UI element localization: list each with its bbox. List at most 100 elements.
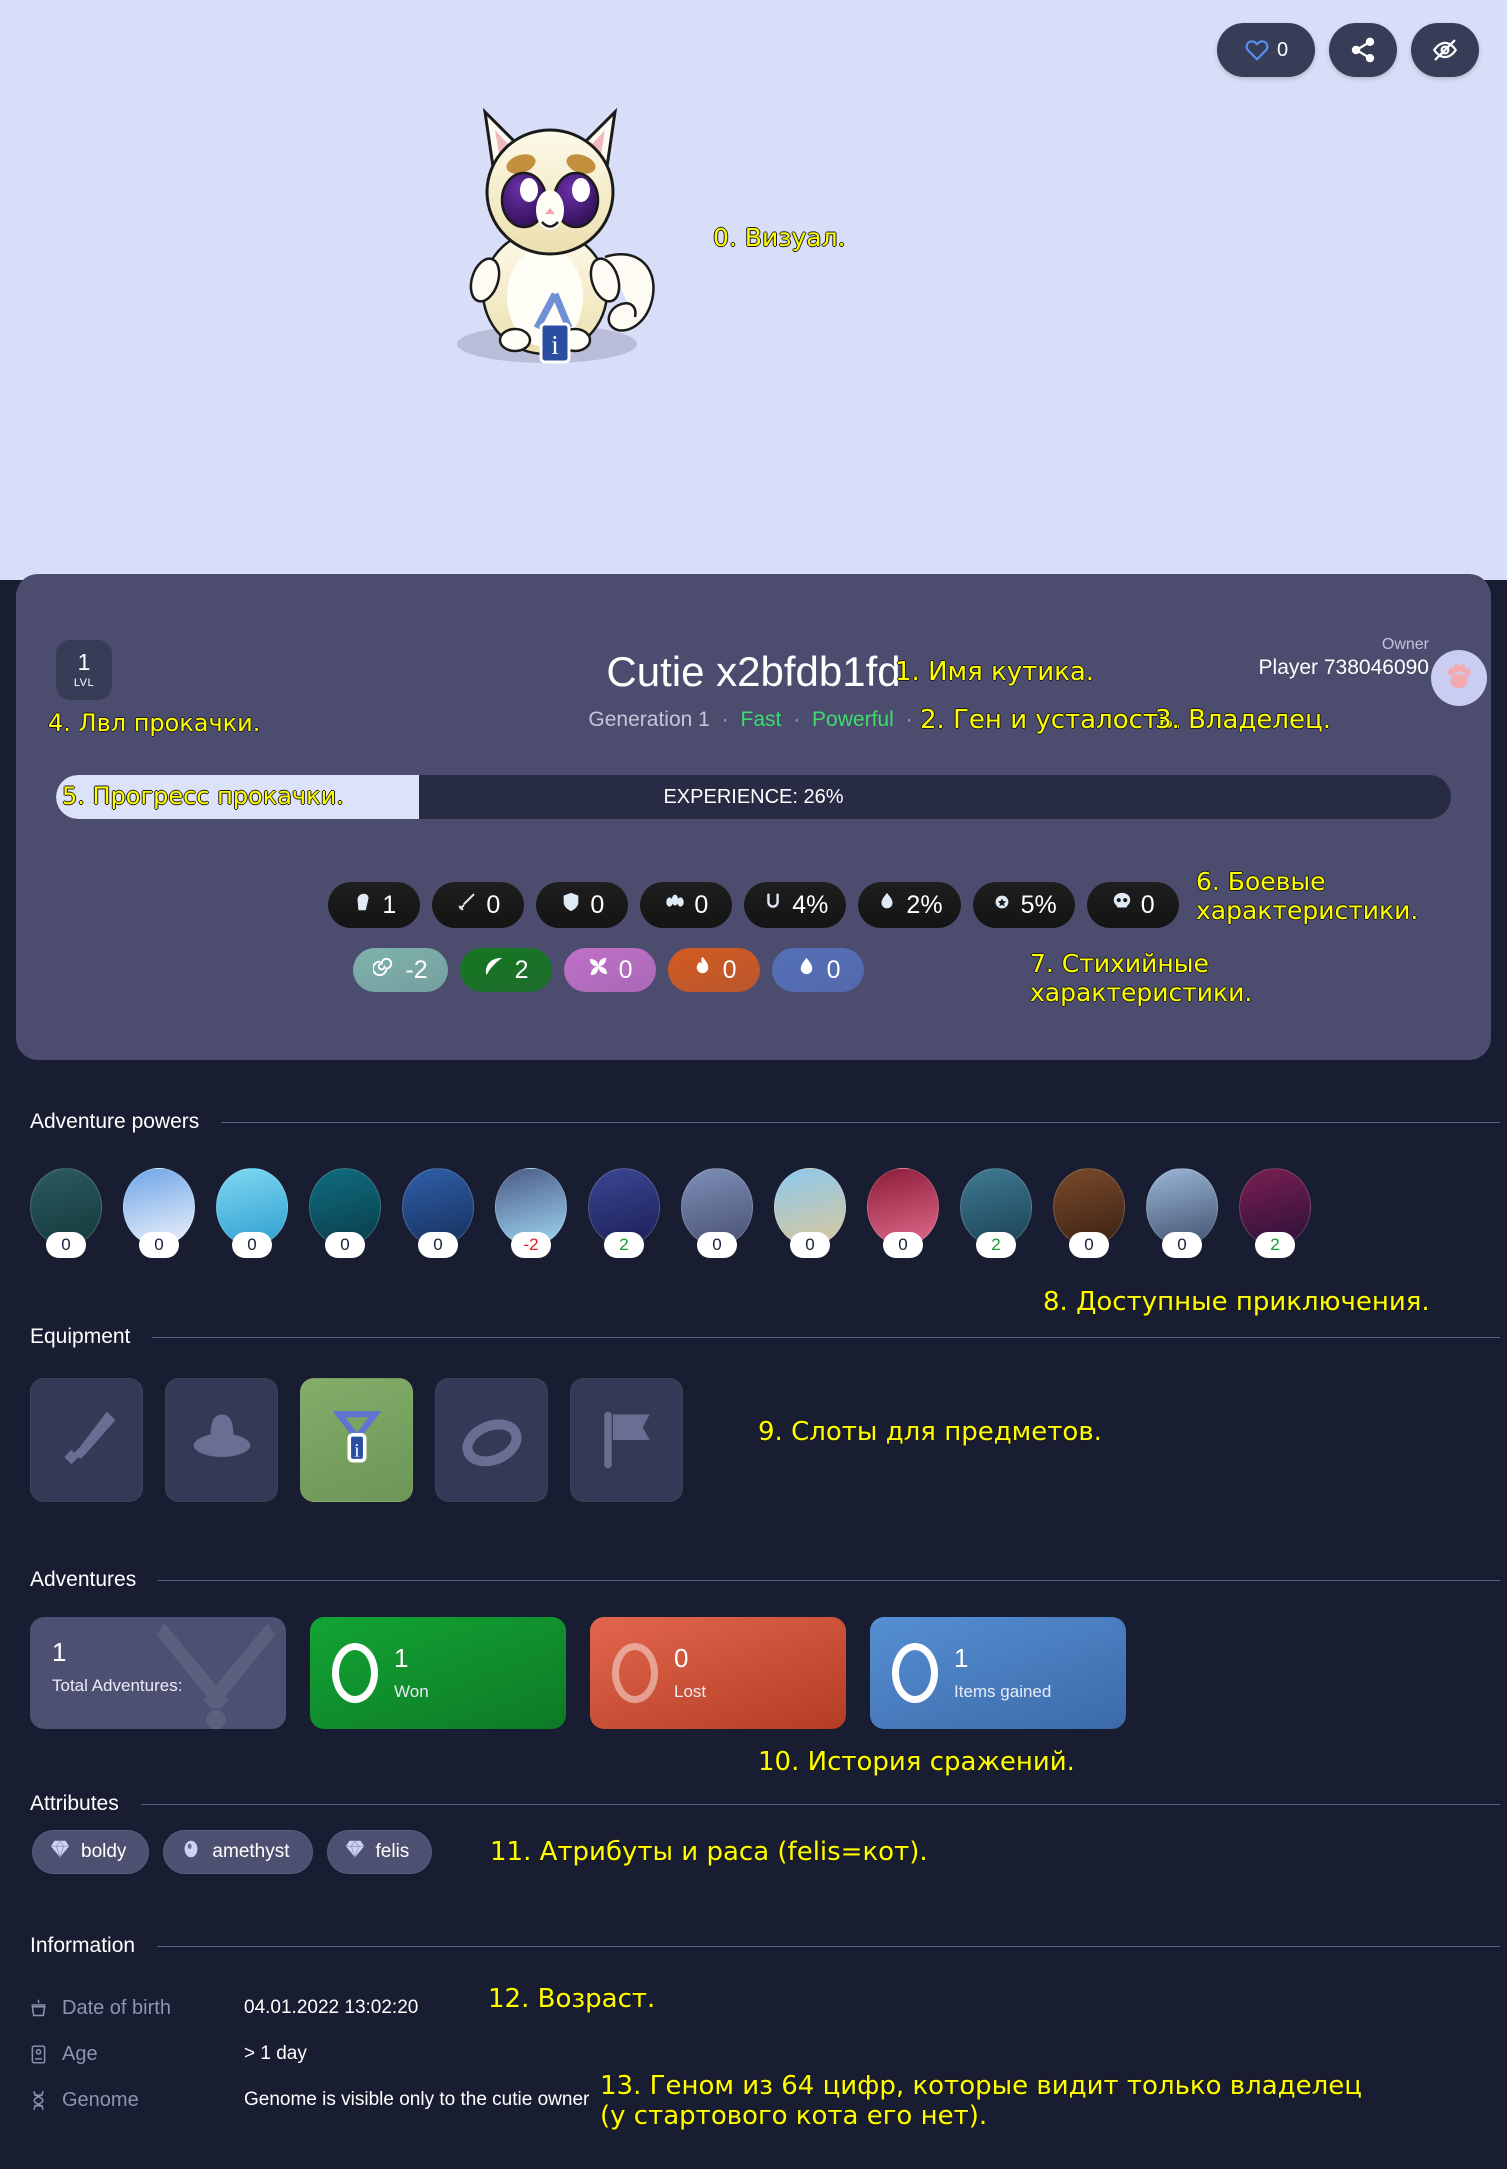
- adventure-power-crimson-canyon[interactable]: 0: [867, 1168, 939, 1258]
- eye-off-icon: [1431, 36, 1459, 64]
- annotation-elemental-stats: 7. Стихийные характеристики.: [1030, 949, 1253, 1007]
- medal-icon: [991, 891, 1013, 920]
- annotation-gene: 2. Ген и усталость.: [920, 705, 1182, 735]
- adventure-power-snowy-street[interactable]: 2: [960, 1168, 1032, 1258]
- adventure-power-desert-night[interactable]: 0: [402, 1168, 474, 1258]
- adventure-power-starry-city[interactable]: 2: [588, 1168, 660, 1258]
- elemental-stat-water[interactable]: 0: [771, 948, 864, 992]
- annotation-adventures-available: 8. Доступные приключения.: [1043, 1287, 1430, 1317]
- section-title: Attributes: [30, 1792, 119, 1815]
- cutie-cat-avatar: i: [437, 82, 682, 372]
- attribute-chip-boldy[interactable]: boldy: [32, 1830, 150, 1874]
- adventure-power-value: 0: [139, 1232, 179, 1258]
- divider: [140, 1803, 1500, 1805]
- adventure-power-purple-dusk[interactable]: 2: [1239, 1168, 1311, 1258]
- owner-label: Owner: [1381, 636, 1429, 653]
- attribute-chip-felis[interactable]: felis: [326, 1830, 433, 1874]
- fist-icon: [352, 891, 374, 920]
- battle-stat-medal[interactable]: 5%: [972, 882, 1075, 928]
- equipment-slot-banner[interactable]: [570, 1378, 683, 1502]
- adventure-power-snowfield[interactable]: 0: [123, 1168, 195, 1258]
- equipment-slot-head[interactable]: [165, 1378, 278, 1502]
- adventure-power-value: 2: [604, 1232, 644, 1258]
- hat-icon: [188, 1406, 256, 1474]
- trait-speed: Fast: [740, 708, 782, 731]
- divider: [157, 1945, 1500, 1947]
- adventure-power-graffiti-wall[interactable]: 0: [681, 1168, 753, 1258]
- info-value: 04.01.2022 13:02:20: [244, 1997, 419, 2018]
- battle-stat-paws[interactable]: 0: [640, 882, 733, 928]
- adventure-card-value: 1: [954, 1643, 969, 1673]
- shield-icon: [560, 891, 582, 920]
- battle-stat-potion[interactable]: 2%: [858, 882, 961, 928]
- attribute-label: amethyst: [212, 1841, 290, 1862]
- dna-icon: [28, 2090, 62, 2111]
- adventure-power-night-forest[interactable]: 0: [309, 1168, 381, 1258]
- like-button[interactable]: 0: [1217, 23, 1315, 77]
- adventure-power-value: 0: [790, 1232, 830, 1258]
- adventure-card-items[interactable]: 1 Items gained: [870, 1617, 1126, 1729]
- adventure-card-total[interactable]: 1 Total Adventures:: [30, 1617, 286, 1729]
- sword-icon: [53, 1406, 121, 1474]
- adventures-summary: 1 Total Adventures: 1 Won 0 Lost 1 Items gained: [30, 1617, 1126, 1729]
- info-key: Date of birth: [62, 1996, 171, 2019]
- annotation-visual: 0. Визуал.: [713, 223, 846, 252]
- elemental-stat-value: 0: [618, 955, 633, 984]
- battle-stat-value: 2%: [906, 890, 943, 919]
- info-key: Age: [62, 2042, 98, 2065]
- adventure-card-label: Won: [394, 1682, 429, 1701]
- adventure-power-value: 0: [232, 1232, 272, 1258]
- adventure-card-lost[interactable]: 0 Lost: [590, 1617, 846, 1729]
- hide-button[interactable]: [1411, 23, 1479, 77]
- ring-icon: [612, 1643, 658, 1703]
- adventure-card-value: 1: [394, 1643, 409, 1673]
- divider: [221, 1121, 1500, 1123]
- separator-dot: ·: [905, 708, 913, 731]
- divider: [158, 1579, 1500, 1581]
- battle-stat-value: 0: [486, 890, 501, 919]
- elemental-stat-value: -2: [405, 955, 428, 984]
- attribute-label: felis: [375, 1841, 410, 1862]
- battle-stat-value: 0: [694, 890, 709, 919]
- section-information: Information: [30, 1934, 1500, 1958]
- owner-name: Player 738046090: [1258, 656, 1429, 679]
- adventure-card-won[interactable]: 1 Won: [310, 1617, 566, 1729]
- owner-info[interactable]: Owner Player 738046090: [1259, 636, 1429, 680]
- elemental-stat-wind[interactable]: 0: [563, 948, 656, 992]
- adventure-power-cave[interactable]: 0: [30, 1168, 102, 1258]
- elemental-stat-leaf[interactable]: 2: [459, 948, 552, 992]
- battle-stat-shield[interactable]: 0: [536, 882, 629, 928]
- equipment-slot-weapon[interactable]: [30, 1378, 143, 1502]
- share-button[interactable]: [1329, 23, 1397, 77]
- avatar[interactable]: [1431, 650, 1487, 706]
- adventure-power-tropical-beach[interactable]: 0: [774, 1168, 846, 1258]
- attributes-list: boldy amethyst felis: [32, 1830, 433, 1874]
- battle-stat-value: 0: [1140, 890, 1155, 919]
- adventure-power-value: 0: [1069, 1232, 1109, 1258]
- info-value: > 1 day: [244, 2043, 307, 2064]
- adventure-power-neon-city[interactable]: 0: [1146, 1168, 1218, 1258]
- spiral-icon: [372, 955, 396, 985]
- battle-stat-skull[interactable]: 0: [1086, 882, 1179, 928]
- potion-icon: [876, 891, 898, 920]
- elemental-stat-fire[interactable]: 0: [667, 948, 760, 992]
- battle-stat-fist[interactable]: 1: [328, 882, 421, 928]
- fire-icon: [691, 955, 714, 985]
- section-adventures: Adventures: [30, 1568, 1500, 1592]
- adventure-power-icy-mountains[interactable]: 0: [216, 1168, 288, 1258]
- elemental-stat-spiral[interactable]: -2: [353, 948, 448, 992]
- equipment-slot-ring[interactable]: [435, 1378, 548, 1502]
- svg-text:i: i: [354, 1441, 360, 1462]
- adventure-power-christmas-tree[interactable]: 0: [1053, 1168, 1125, 1258]
- stone-icon: [180, 1838, 202, 1866]
- adventure-power-blizzard[interactable]: -2: [495, 1168, 567, 1258]
- ring-icon: [458, 1406, 526, 1474]
- battle-stat-sword[interactable]: 0: [432, 882, 525, 928]
- elemental-stat-value: 2: [514, 955, 529, 984]
- equipment-slot-neck[interactable]: i: [300, 1378, 413, 1502]
- attribute-chip-amethyst[interactable]: amethyst: [163, 1830, 313, 1874]
- adventure-card-value: 0: [674, 1643, 689, 1673]
- battle-stat-horseshoe[interactable]: 4%: [744, 882, 847, 928]
- battle-stat-value: 4%: [792, 890, 829, 919]
- heart-icon: [1244, 37, 1270, 63]
